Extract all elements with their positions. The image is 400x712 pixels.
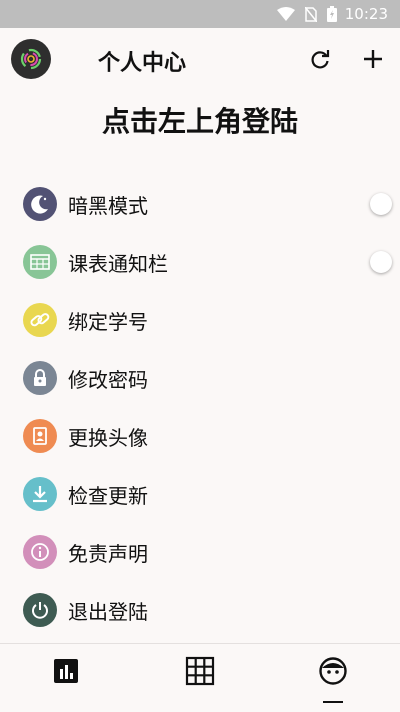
calendar-icon	[23, 245, 57, 279]
tab-schedule[interactable]	[183, 654, 217, 688]
menu-item-schedule-notification[interactable]: 课表通知栏	[0, 233, 400, 291]
lock-icon	[23, 361, 57, 395]
menu-item-label: 课表通知栏	[68, 251, 168, 276]
menu-item-check-update[interactable]: 检查更新	[0, 465, 400, 523]
menu-item-label: 绑定学号	[68, 309, 148, 334]
bottom-tab-bar	[0, 643, 400, 712]
menu-item-label: 免责声明	[68, 541, 148, 566]
menu-item-disclaimer[interactable]: 免责声明	[0, 523, 400, 581]
schedule-notification-toggle[interactable]	[370, 251, 392, 273]
status-time: 10:23	[344, 5, 388, 23]
chart-icon	[54, 659, 78, 683]
settings-menu: 暗黑模式 课表通知栏 绑定学号 修改密码 更换头像 检查更新 免责声明 退出登陆	[0, 175, 400, 639]
header: 个人中心	[0, 28, 400, 92]
menu-item-label: 暗黑模式	[68, 193, 148, 218]
avatar-logo-icon	[20, 48, 42, 70]
dark-mode-toggle[interactable]	[370, 193, 392, 215]
page-title: 个人中心	[98, 51, 187, 76]
wifi-icon	[276, 7, 295, 21]
menu-item-bind-student-id[interactable]: 绑定学号	[0, 291, 400, 349]
menu-item-logout[interactable]: 退出登陆	[0, 581, 400, 639]
menu-item-label: 退出登陆	[68, 599, 148, 624]
selected-tab-indicator	[323, 701, 343, 703]
status-bar: 10:23	[0, 0, 400, 28]
battery-icon	[326, 6, 337, 22]
menu-item-label: 检查更新	[68, 483, 148, 508]
info-icon	[23, 535, 57, 569]
refresh-icon[interactable]	[308, 48, 332, 72]
login-prompt[interactable]: 点击左上角登陆	[0, 100, 400, 140]
tab-statistics[interactable]	[49, 654, 83, 688]
menu-item-dark-mode[interactable]: 暗黑模式	[0, 175, 400, 233]
download-icon	[23, 477, 57, 511]
tab-profile[interactable]	[316, 654, 350, 688]
face-icon	[319, 657, 347, 685]
menu-item-label: 更换头像	[68, 425, 148, 450]
menu-item-change-avatar[interactable]: 更换头像	[0, 407, 400, 465]
moon-icon	[23, 187, 57, 221]
grid-icon	[185, 656, 215, 686]
menu-item-label: 修改密码	[68, 367, 148, 392]
power-icon	[23, 593, 57, 627]
add-icon[interactable]	[360, 46, 386, 72]
avatar[interactable]	[11, 39, 51, 79]
link-icon	[23, 303, 57, 337]
menu-item-change-password[interactable]: 修改密码	[0, 349, 400, 407]
portrait-icon	[23, 419, 57, 453]
no-sim-icon	[304, 6, 317, 22]
